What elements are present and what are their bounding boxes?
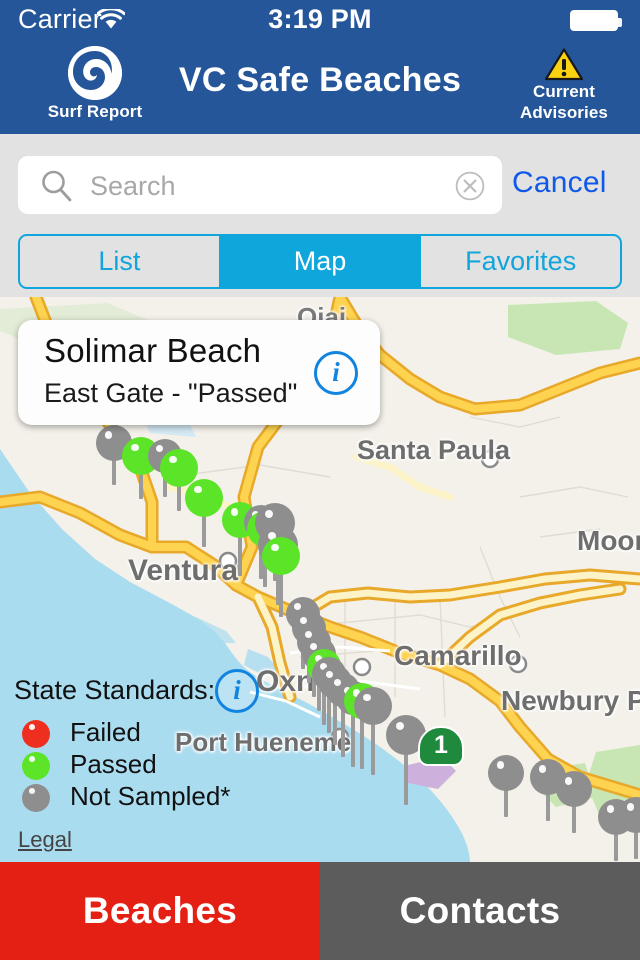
current-advisories-label-line2: Advisories	[520, 103, 608, 122]
clock-label: 3:19 PM	[268, 4, 372, 34]
battery-full-icon	[570, 10, 622, 31]
current-advisories-button[interactable]: Current Advisories	[514, 48, 614, 134]
status-bar: Carrier 3:19 PM	[0, 0, 640, 40]
info-glyph: i	[233, 675, 241, 705]
tab-favorites[interactable]: Favorites	[421, 236, 620, 287]
info-glyph: i	[332, 357, 340, 387]
tab-contacts[interactable]: Contacts	[320, 862, 640, 960]
search-input[interactable]	[88, 156, 462, 216]
legend-dot-passed	[22, 752, 50, 780]
surf-report-label: Surf Report	[47, 102, 143, 121]
legend-dot-failed	[22, 720, 50, 748]
legal-link[interactable]: Legal	[18, 827, 72, 853]
callout-info-icon[interactable]: i	[314, 351, 358, 395]
navigation-bar: Surf Report VC Safe Beaches Current Advi…	[0, 40, 640, 134]
map-callout[interactable]: Solimar Beach East Gate - "Passed" i	[18, 320, 380, 425]
legend-info-icon[interactable]: i	[215, 669, 259, 713]
map-view[interactable]: Ojai Santa Paula Ventura Moorp Camarillo…	[0, 297, 640, 862]
callout-title: Solimar Beach	[44, 332, 262, 369]
search-icon	[42, 170, 72, 202]
bottom-tab-bar: Beaches Contacts	[0, 862, 640, 960]
app-root: Carrier 3:19 PM Surf Report VC Safe Beac…	[0, 0, 640, 960]
search-area: Cancel List Map Favorites	[0, 134, 640, 297]
current-advisories-label-line1: Current	[532, 82, 596, 101]
tab-map[interactable]: Map	[220, 236, 422, 287]
search-bar[interactable]	[18, 156, 502, 216]
legend-dot-not-sampled	[22, 784, 50, 812]
warning-triangle-icon	[545, 48, 583, 81]
cancel-button[interactable]: Cancel	[512, 166, 628, 200]
legend-label-not-sampled: Not Sampled*	[70, 781, 231, 811]
tab-list[interactable]: List	[20, 236, 221, 287]
callout-subtitle: East Gate - "Passed"	[44, 378, 298, 408]
legend-label-passed: Passed	[70, 749, 157, 779]
legend-label-failed: Failed	[70, 717, 141, 747]
tab-beaches[interactable]: Beaches	[0, 862, 320, 960]
clear-circle-icon[interactable]	[455, 171, 485, 201]
legend-title: State Standards:	[14, 675, 216, 705]
view-mode-segmented-control[interactable]: List Map Favorites	[18, 234, 622, 289]
